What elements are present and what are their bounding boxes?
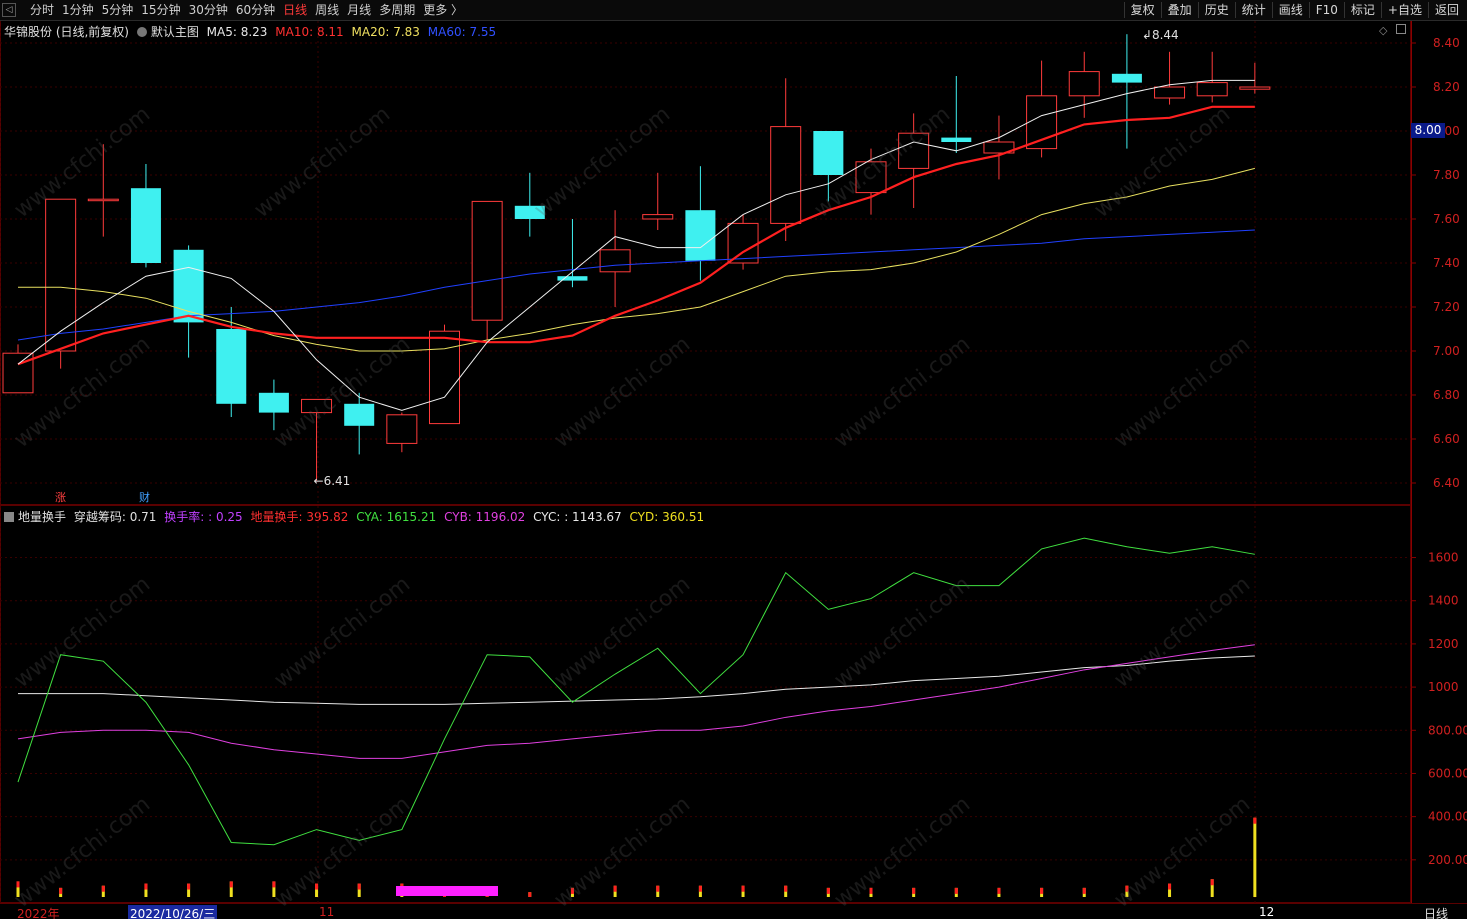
- cyd-bar-cap: [229, 881, 233, 888]
- indicator-tick-label: 1400: [1428, 594, 1459, 608]
- indicator-tick-label: 600.00: [1428, 766, 1467, 780]
- candle-body: [2, 352, 34, 394]
- cyd-bar-cap: [1168, 883, 1172, 890]
- candle-body: [471, 200, 503, 321]
- price-tick-label: 8.20: [1433, 80, 1460, 94]
- indicator-tick-label: 400.00: [1428, 810, 1467, 824]
- cyd-bar-cap: [1040, 887, 1044, 894]
- candle-body: [45, 198, 77, 352]
- price-tick-label: 8.40: [1433, 36, 1460, 50]
- cyd-bar-cap: [59, 887, 63, 894]
- candle-body: [258, 392, 289, 413]
- cyd-bar-cap: [144, 883, 148, 890]
- indicator-tick-label: 800.00: [1428, 723, 1467, 737]
- price-tick-label: 7.40: [1433, 256, 1460, 270]
- indicator-tick-label: 200.00: [1428, 853, 1467, 867]
- indicator-tick-label: 1000: [1428, 680, 1459, 694]
- high-annotation: ↲8.44: [1142, 28, 1179, 42]
- price-tick-label: 7.20: [1433, 300, 1460, 314]
- price-tick-label: 7.80: [1433, 168, 1460, 182]
- candle-body: [685, 210, 716, 261]
- price-tick-label: 6.80: [1433, 388, 1460, 402]
- candle-body: [642, 214, 674, 220]
- cyd-bar: [1253, 817, 1257, 897]
- price-tick-label: 6.60: [1433, 432, 1460, 446]
- cyc-line: [18, 655, 1255, 705]
- candle-body: [87, 198, 119, 202]
- turnover-highlight: [396, 886, 498, 896]
- current-price-tag: 8.00: [1411, 123, 1445, 138]
- price-tick-label: 7.60: [1433, 212, 1460, 226]
- zhang-marker: 涨: [55, 491, 66, 504]
- candle-body: [216, 329, 247, 404]
- candle-body: [130, 188, 161, 263]
- cyd-bar-cap: [741, 885, 745, 892]
- chart-canvas[interactable]: 8.40 8.20 8.00 7.80 7.60 7.40 7.20 7.00 6.80 6.60…: [0, 0, 1467, 919]
- indicator-tick-label: 1600: [1428, 551, 1459, 565]
- low-annotation: ←6.41: [314, 474, 351, 488]
- candle-body: [813, 131, 844, 175]
- cyd-bar-cap: [1082, 887, 1086, 894]
- candle-body: [1196, 82, 1228, 97]
- candle-body: [429, 330, 460, 425]
- cya-line: [17, 537, 1255, 846]
- date-cursor: 2022/10/26/三: [128, 905, 218, 919]
- cyd-bar-cap: [784, 885, 788, 892]
- cyd-bar-cap: [528, 892, 532, 897]
- period-indicator[interactable]: 日线: [1424, 905, 1448, 919]
- cyd-bar-cap: [1210, 879, 1214, 886]
- indicator-tick-label: 1200: [1428, 637, 1459, 651]
- date-axis: 2022年 2022/10/26/三 11 12 日线: [0, 903, 1467, 919]
- cyd-bar-cap: [954, 887, 958, 894]
- price-tick-label: 7.00: [1433, 344, 1460, 358]
- cyd-bar-cap: [997, 887, 1001, 894]
- cyd-bar-cap: [698, 885, 702, 892]
- cyd-bar-cap: [357, 883, 361, 890]
- cyd-bar-cap: [101, 885, 105, 892]
- cyd-bar-cap: [187, 883, 191, 890]
- cyd-bar-cap: [613, 885, 617, 892]
- cai-marker: 财: [139, 490, 150, 504]
- cyd-bar-cap: [272, 881, 276, 888]
- candle-body: [941, 137, 972, 142]
- candle-body: [1154, 86, 1186, 99]
- candle-body: [386, 414, 418, 444]
- cyd-bar-cap: [912, 887, 916, 894]
- date-dec: 12: [1259, 905, 1275, 919]
- candle-body: [727, 222, 759, 264]
- cyd-bar-cap: [656, 885, 660, 892]
- cyd-bar-cap: [1253, 817, 1257, 824]
- candle-body: [344, 403, 375, 426]
- candle-body: [1239, 86, 1271, 90]
- cyb-line: [17, 644, 1255, 759]
- price-tick-label: 6.40: [1433, 476, 1460, 490]
- candle-body: [770, 126, 802, 224]
- candle-body: [1068, 71, 1100, 97]
- candle-body: [1111, 73, 1142, 83]
- candle-body: [599, 249, 631, 273]
- date-nov: 11: [319, 905, 335, 919]
